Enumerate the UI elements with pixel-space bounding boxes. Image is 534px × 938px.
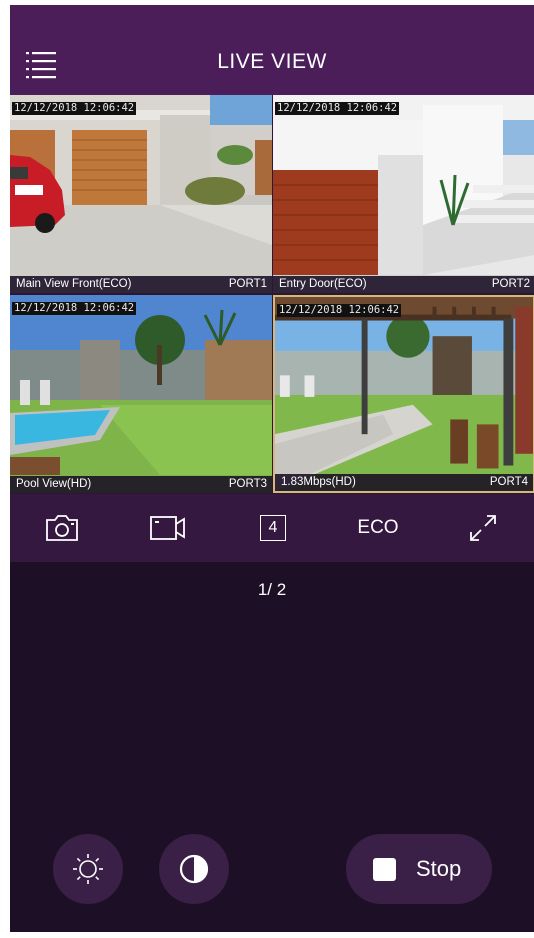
camera-grid: 12/12/2018 12:06:42 Main View Front(ECO)…: [10, 95, 534, 494]
quality-button[interactable]: ECO: [348, 494, 408, 562]
contrast-button[interactable]: [159, 834, 229, 904]
expand-icon: [470, 515, 496, 541]
brightness-icon: [73, 854, 103, 884]
snapshot-button[interactable]: [32, 494, 92, 562]
camera-port: PORT3: [228, 478, 267, 490]
camera-tile-4[interactable]: 12/12/2018 12:06:42 1.83Mbps(HD) PORT4: [273, 295, 534, 493]
camera-feed-1: [10, 95, 272, 293]
camera-timestamp: 12/12/2018 12:06:42: [275, 102, 400, 115]
camera-port: PORT4: [489, 476, 528, 488]
camera-feed-2: [273, 95, 534, 293]
camera-feed-3: [10, 295, 272, 493]
header-bar: LIVE VIEW: [10, 5, 534, 95]
camera-name: Entry Door(ECO): [279, 278, 367, 290]
camera-caption: Entry Door(ECO) PORT2: [273, 276, 534, 293]
camera-tile-2[interactable]: 12/12/2018 12:06:42 Entry Door(ECO) PORT…: [273, 95, 534, 293]
camera-port: PORT1: [228, 278, 267, 290]
camera-tile-3[interactable]: 12/12/2018 12:06:42 Pool View(HD) PORT3: [10, 295, 272, 493]
camera-name: 1.83Mbps(HD): [281, 476, 356, 488]
camera-caption: 1.83Mbps(HD) PORT4: [275, 474, 533, 491]
stop-label: Stop: [416, 856, 462, 881]
app-screen: LIVE VIEW 12/12/2018 12:06:42 Main View …: [10, 5, 534, 932]
stop-button[interactable]: Stop: [346, 834, 492, 904]
layout-count: 4: [260, 515, 286, 541]
page-indicator: 1/ 2: [257, 580, 287, 599]
camera-tile-1[interactable]: 12/12/2018 12:06:42 Main View Front(ECO)…: [10, 95, 272, 293]
quality-label: ECO: [357, 517, 399, 538]
camera-timestamp: 12/12/2018 12:06:42: [12, 302, 137, 315]
camera-icon: [46, 515, 78, 541]
layout-button[interactable]: 4: [243, 494, 303, 562]
contrast-icon: [179, 854, 209, 884]
page-title: LIVE VIEW: [217, 50, 327, 73]
record-button[interactable]: [138, 494, 198, 562]
camera-caption: Main View Front(ECO) PORT1: [10, 276, 272, 293]
camera-name: Main View Front(ECO): [16, 278, 132, 290]
fullscreen-button[interactable]: [453, 494, 513, 562]
video-record-icon: [150, 516, 185, 540]
stop-icon: [373, 858, 396, 881]
brightness-button[interactable]: [53, 834, 123, 904]
camera-timestamp: 12/12/2018 12:06:42: [277, 304, 402, 317]
camera-caption: Pool View(HD) PORT3: [10, 476, 272, 493]
camera-toolbar: 4 ECO: [10, 494, 534, 562]
camera-port: PORT2: [491, 278, 530, 290]
camera-feed-4: [275, 297, 533, 491]
camera-timestamp: 12/12/2018 12:06:42: [12, 102, 137, 115]
camera-name: Pool View(HD): [16, 478, 92, 490]
